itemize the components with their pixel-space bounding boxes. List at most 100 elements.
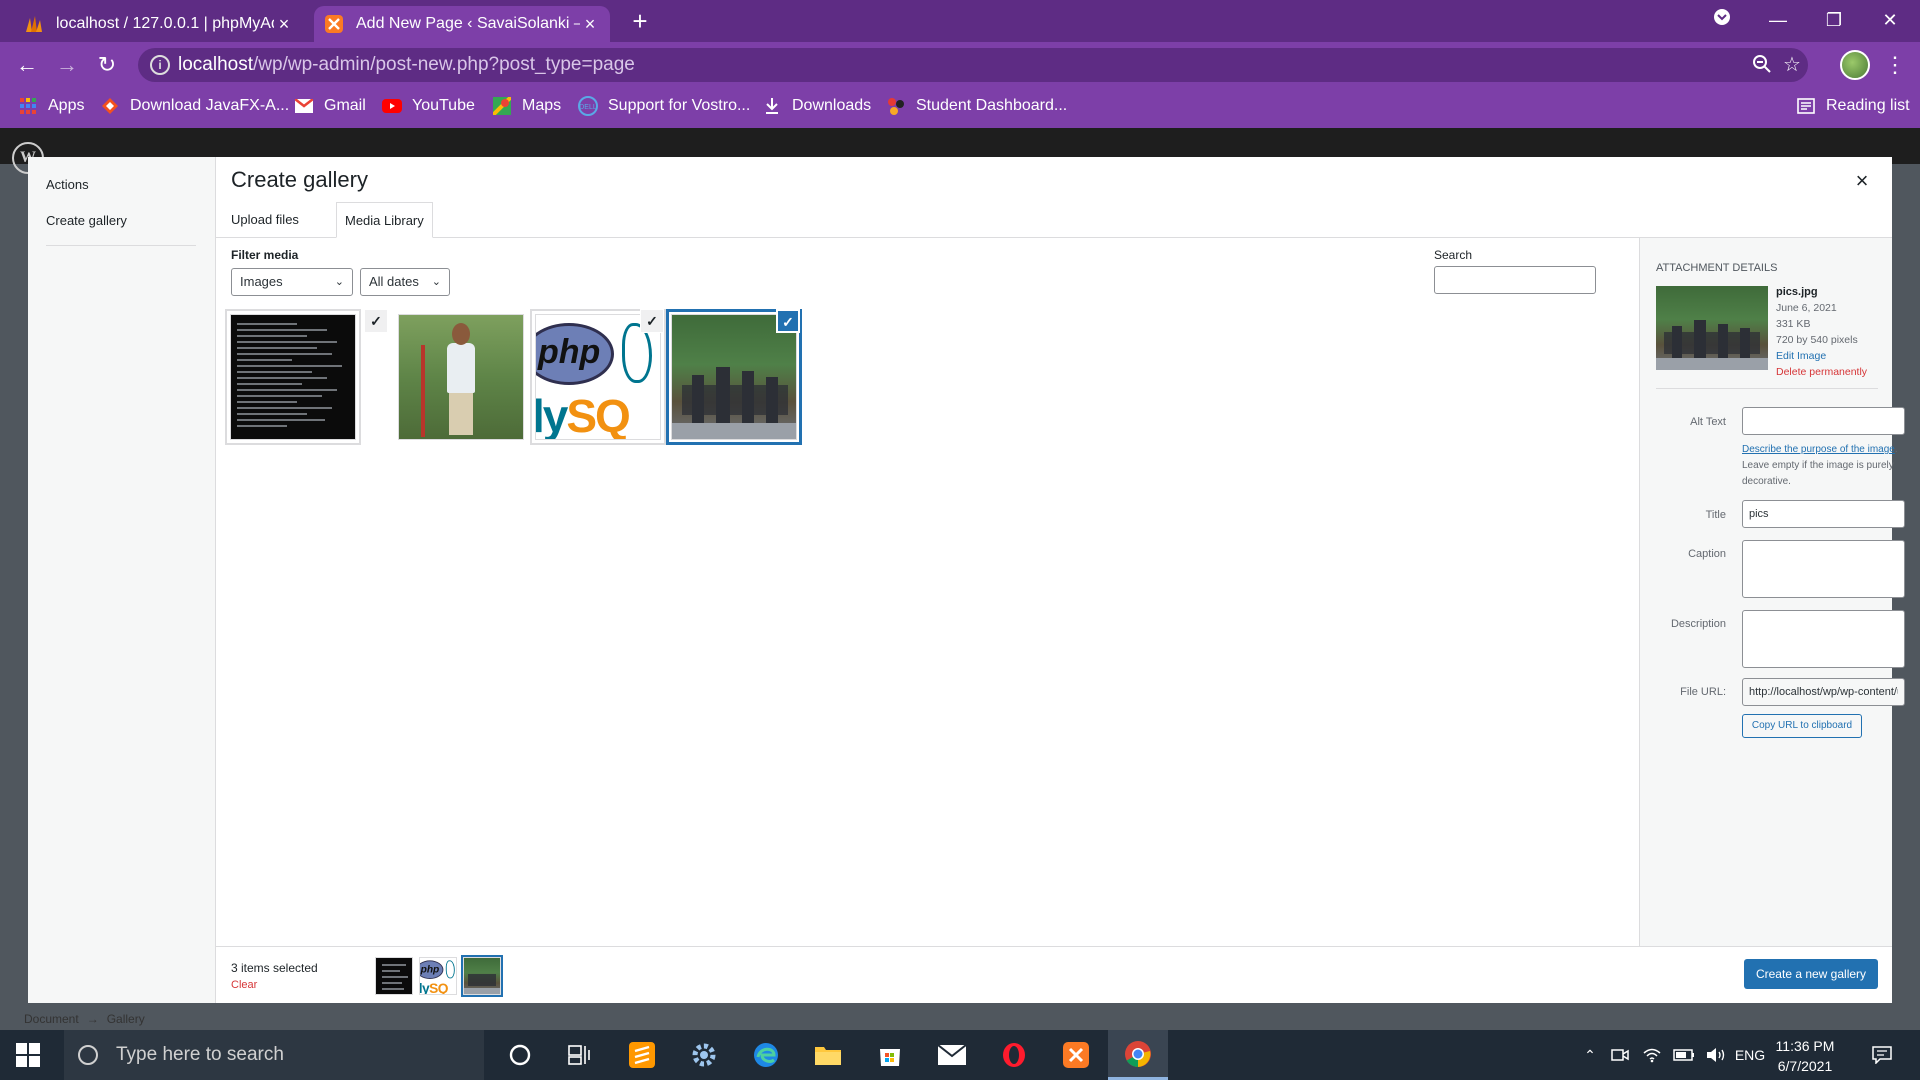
windows-start-icon[interactable] bbox=[16, 1043, 40, 1067]
close-tab-icon[interactable]: × bbox=[580, 14, 600, 35]
xampp-icon[interactable] bbox=[1046, 1030, 1106, 1080]
restore-icon[interactable]: ❐ bbox=[1806, 0, 1862, 42]
url-text[interactable]: localhost/wp/wp-admin/post-new.php?post_… bbox=[178, 48, 635, 82]
file-url-field[interactable] bbox=[1742, 678, 1905, 706]
new-tab-button[interactable]: + bbox=[624, 8, 656, 36]
tab-search-icon[interactable] bbox=[1694, 0, 1750, 42]
minimize-icon[interactable]: — bbox=[1750, 0, 1806, 42]
bookmark-dell-support[interactable]: DELL Support for Vostro... bbox=[578, 88, 750, 124]
task-view-icon[interactable] bbox=[550, 1030, 610, 1080]
site-info-icon[interactable]: i bbox=[150, 55, 170, 75]
settings-gear-icon[interactable] bbox=[674, 1030, 734, 1080]
battery-icon[interactable] bbox=[1670, 1030, 1698, 1080]
clock-time: 11:36 PM bbox=[1775, 1038, 1835, 1054]
selected-check-icon[interactable]: ✓ bbox=[776, 309, 800, 333]
back-icon[interactable]: ← bbox=[12, 50, 42, 80]
selection-thumbnail-active[interactable] bbox=[463, 957, 501, 995]
reading-list-button[interactable]: Reading list bbox=[1796, 88, 1910, 124]
menu-actions-heading: Actions bbox=[46, 177, 89, 192]
edit-image-link[interactable]: Edit Image bbox=[1776, 348, 1867, 364]
clear-selection-link[interactable]: Clear bbox=[231, 979, 257, 991]
media-date-select[interactable]: All dates ⌄ bbox=[360, 268, 450, 296]
close-tab-icon[interactable]: × bbox=[274, 14, 294, 35]
bookmark-apps[interactable]: Apps bbox=[18, 88, 84, 124]
alt-text-label: Alt Text bbox=[1690, 416, 1726, 428]
search-input[interactable] bbox=[1434, 266, 1596, 294]
bookmark-javafx[interactable]: Download JavaFX-A... bbox=[100, 88, 289, 124]
browser-tab-strip: localhost / 127.0.0.1 | phpMyAdm × Add N… bbox=[0, 0, 1920, 42]
breadcrumb-gallery[interactable]: Gallery bbox=[107, 1012, 145, 1026]
attachment-thumbnail[interactable] bbox=[230, 314, 356, 440]
alt-text-help: Describe the purpose of the image. Leave… bbox=[1742, 442, 1905, 490]
description-field[interactable] bbox=[1742, 610, 1905, 668]
notifications-icon[interactable] bbox=[1864, 1030, 1900, 1080]
omnibox[interactable]: i localhost/wp/wp-admin/post-new.php?pos… bbox=[138, 48, 1808, 82]
system-clock[interactable]: 11:36 PM 6/7/2021 bbox=[1770, 1036, 1840, 1076]
title-label: Title bbox=[1705, 509, 1726, 521]
close-icon[interactable]: × bbox=[1850, 169, 1874, 193]
bookmark-student-dashboard[interactable]: Student Dashboard... bbox=[886, 88, 1067, 124]
opera-icon[interactable] bbox=[984, 1030, 1044, 1080]
bookmark-label: Download JavaFX-A... bbox=[130, 97, 290, 114]
file-url-label: File URL: bbox=[1680, 686, 1726, 698]
language-indicator[interactable]: ENG bbox=[1730, 1030, 1770, 1080]
zoom-icon[interactable] bbox=[1750, 54, 1774, 78]
selection-thumbnail[interactable] bbox=[375, 957, 413, 995]
media-toolbar: 3 items selected Clear phplySQ Create a … bbox=[216, 946, 1892, 1003]
tab-media-library[interactable]: Media Library bbox=[336, 202, 433, 238]
tab-upload-files[interactable]: Upload files bbox=[223, 202, 307, 238]
breadcrumb-document[interactable]: Document bbox=[24, 1012, 79, 1026]
chrome-menu-icon[interactable]: ⋮ bbox=[1884, 50, 1906, 80]
alt-text-field[interactable] bbox=[1742, 407, 1905, 435]
reload-icon[interactable]: ↻ bbox=[92, 50, 122, 80]
menu-item-create-gallery[interactable]: Create gallery bbox=[46, 213, 127, 228]
profile-avatar[interactable] bbox=[1840, 50, 1870, 80]
window-close-icon[interactable]: ✕ bbox=[1862, 0, 1918, 42]
attachment-details-sidebar: ATTACHMENT DETAILS pics.jpg June 6, 2021… bbox=[1639, 238, 1905, 946]
taskbar-search-box[interactable]: Type here to search bbox=[64, 1030, 484, 1080]
create-new-gallery-button[interactable]: Create a new gallery bbox=[1744, 959, 1878, 989]
copy-url-button[interactable]: Copy URL to clipboard bbox=[1742, 714, 1862, 738]
attachment-details-heading: ATTACHMENT DETAILS bbox=[1656, 262, 1778, 274]
volume-icon[interactable] bbox=[1702, 1030, 1730, 1080]
cortana-icon[interactable] bbox=[490, 1030, 550, 1080]
selection-thumbnail[interactable]: phplySQ bbox=[419, 957, 457, 995]
file-explorer-icon[interactable] bbox=[798, 1030, 858, 1080]
selected-check-icon[interactable]: ✓ bbox=[640, 309, 664, 333]
bookmark-youtube[interactable]: YouTube bbox=[382, 88, 475, 124]
edge-browser-icon[interactable] bbox=[736, 1030, 796, 1080]
delete-permanently-link[interactable]: Delete permanently bbox=[1776, 364, 1867, 380]
tab-title: localhost / 127.0.0.1 | phpMyAdm bbox=[56, 15, 274, 32]
apps-grid-icon bbox=[18, 96, 38, 116]
show-hidden-icons-chevron-icon[interactable]: ⌃ bbox=[1578, 1030, 1602, 1080]
maps-icon bbox=[492, 96, 512, 116]
tab-add-new-page[interactable]: Add New Page ‹ SavaiSolanki — W × bbox=[314, 6, 610, 42]
microsoft-store-icon[interactable] bbox=[860, 1030, 920, 1080]
media-type-value: Images bbox=[240, 274, 283, 289]
meet-now-icon[interactable] bbox=[1606, 1030, 1634, 1080]
attachment-thumbnail[interactable] bbox=[398, 314, 524, 440]
caption-field[interactable] bbox=[1742, 540, 1905, 598]
selection-count: 3 items selected bbox=[231, 961, 318, 975]
bookmark-star-icon[interactable]: ☆ bbox=[1780, 54, 1804, 78]
forward-icon[interactable]: → bbox=[52, 50, 82, 80]
tab-phpmyadmin[interactable]: localhost / 127.0.0.1 | phpMyAdm × bbox=[14, 6, 304, 42]
wifi-icon[interactable] bbox=[1638, 1030, 1666, 1080]
bookmark-downloads[interactable]: Downloads bbox=[762, 88, 871, 124]
title-field[interactable] bbox=[1742, 500, 1905, 528]
details-divider bbox=[1656, 388, 1878, 389]
sublime-text-icon[interactable] bbox=[612, 1030, 672, 1080]
attachment-dimensions: 720 by 540 pixels bbox=[1776, 334, 1858, 346]
media-type-select[interactable]: Images ⌄ bbox=[231, 268, 353, 296]
gmail-icon bbox=[294, 96, 314, 116]
describe-purpose-link[interactable]: Describe the purpose of the image bbox=[1742, 444, 1895, 455]
bookmark-maps[interactable]: Maps bbox=[492, 88, 561, 124]
menu-separator bbox=[46, 245, 196, 246]
bookmark-gmail[interactable]: Gmail bbox=[294, 88, 366, 124]
selected-check-icon[interactable]: ✓ bbox=[364, 309, 388, 333]
address-bar: ← → ↻ i localhost/wp/wp-admin/post-new.p… bbox=[0, 42, 1920, 88]
mail-icon[interactable] bbox=[922, 1030, 982, 1080]
temple-photo-image bbox=[672, 315, 796, 439]
bookmark-label: YouTube bbox=[412, 97, 475, 114]
chrome-icon[interactable] bbox=[1108, 1030, 1168, 1080]
